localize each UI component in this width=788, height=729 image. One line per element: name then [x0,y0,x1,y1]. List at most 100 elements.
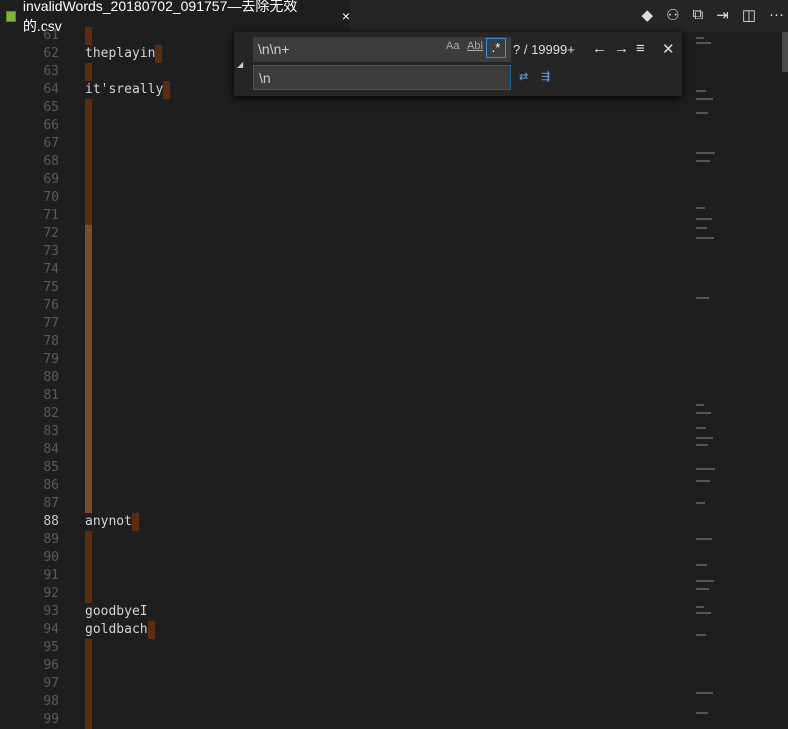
editor-line[interactable]: 68 [0,153,690,171]
editor-line[interactable]: 67 [0,135,690,153]
editor-line[interactable]: 90 [0,549,690,567]
open-file-icon[interactable]: ⇥ [716,6,729,24]
line-number: 94 [43,622,59,637]
editor-line[interactable]: 85 [0,459,690,477]
editor-text-area[interactable]: 61 62 theplayin 63 64 it'sreally 65 66 67 68 69 70 7… [0,27,788,729]
more-actions-icon[interactable]: ··· [769,6,784,24]
line-number: 62 [43,46,59,61]
next-match-icon[interactable]: → [614,40,629,57]
minimap-mark [696,98,713,100]
editor-line[interactable]: 91 [0,567,690,585]
split-editor-icon[interactable]: ◫ [742,6,756,24]
minimap-mark [696,160,710,162]
preview-icon[interactable]: ⧉ [693,6,704,24]
vertical-scrollbar[interactable] [782,32,788,72]
line-number: 91 [43,568,59,583]
editor-line[interactable]: 78 [0,333,690,351]
editor-line[interactable]: 79 [0,351,690,369]
match-highlight [85,495,92,513]
editor-line[interactable]: 65 [0,99,690,117]
replace-all-icon[interactable]: ⇶ [541,70,550,83]
editor-line[interactable]: 81 [0,387,690,405]
editor-line[interactable]: 97 [0,675,690,693]
close-find-icon[interactable]: ✕ [662,40,675,58]
git-icon[interactable]: ◆ [642,6,654,24]
editor-line[interactable]: 89 [0,531,690,549]
match-highlight [85,711,92,729]
editor-line[interactable]: 73 [0,243,690,261]
editor-line[interactable]: 96 [0,657,690,675]
match-highlight [85,279,92,297]
find-in-selection-icon[interactable]: ≡ [636,40,645,57]
editor-line[interactable]: 95 [0,639,690,657]
open-changes-icon[interactable]: ⚇ [666,6,679,24]
editor-line[interactable]: 76 [0,297,690,315]
whole-word-toggle[interactable]: Abl [467,40,483,52]
line-text [85,639,92,657]
editor-line[interactable]: 84 [0,441,690,459]
match-highlight [85,261,92,279]
line-text [85,675,92,693]
editor-line[interactable]: 71 [0,207,690,225]
minimap-mark [696,90,706,92]
line-number: 77 [43,316,59,331]
replace-input[interactable]: \n [253,65,511,90]
toggle-replace-icon[interactable]: ◢ [237,60,243,69]
editor-line[interactable]: 83 [0,423,690,441]
line-number: 89 [43,532,59,547]
line-number: 76 [43,298,59,313]
editor-line[interactable]: 69 [0,171,690,189]
line-number: 83 [43,424,59,439]
editor-line[interactable]: 94 goldbach [0,621,690,639]
line-number: 69 [43,172,59,187]
match-case-toggle[interactable]: Aa [446,40,459,52]
line-number: 78 [43,334,59,349]
editor-line[interactable]: 98 [0,693,690,711]
editor-actions: ◆ ⚇ ⧉ ⇥ ◫ ··· [642,6,784,24]
line-number: 70 [43,190,59,205]
line-content: anynot [85,514,132,529]
editor-line[interactable]: 88 anynot [0,513,690,531]
editor-line[interactable]: 72 [0,225,690,243]
editor-line[interactable]: 99 [0,711,690,729]
minimap-mark [696,606,704,608]
match-highlight [131,513,139,531]
match-highlight [85,135,92,153]
editor-line[interactable]: 75 [0,279,690,297]
editor-line[interactable]: 70 [0,189,690,207]
close-tab-icon[interactable]: × [342,8,350,24]
line-text: anynot [85,513,139,531]
minimap[interactable] [690,32,782,719]
line-text [85,351,92,369]
find-replace-widget: ◢ \n\n+ Aa Abl .* ? / 19999+ ← → ≡ ✕ \n … [234,32,682,96]
editor-line[interactable]: 92 [0,585,690,603]
minimap-mark [696,297,709,299]
line-text [85,99,92,117]
line-number: 95 [43,640,59,655]
minimap-mark [696,207,705,209]
minimap-mark [696,227,707,229]
editor-line[interactable]: 86 [0,477,690,495]
editor-line[interactable]: 74 [0,261,690,279]
line-text [85,297,92,315]
line-number: 92 [43,586,59,601]
line-text [85,405,92,423]
editor-line[interactable]: 93 goodbyeI [0,603,690,621]
line-text: theplayin [85,45,163,63]
line-text [85,657,92,675]
editor-line[interactable]: 77 [0,315,690,333]
editor-line[interactable]: 66 [0,117,690,135]
minimap-mark [696,468,715,470]
replace-icon[interactable]: ⇄ [519,70,528,83]
editor-line[interactable]: 80 [0,369,690,387]
minimap-mark [696,444,708,446]
editor-line[interactable]: 87 [0,495,690,513]
match-highlight [85,693,92,711]
match-highlight [85,297,92,315]
previous-match-icon[interactable]: ← [592,40,607,57]
line-number: 84 [43,442,59,457]
minimap-mark [696,564,707,566]
editor-line[interactable]: 82 [0,405,690,423]
regex-toggle[interactable]: .* [486,38,506,58]
match-highlight [85,477,92,495]
